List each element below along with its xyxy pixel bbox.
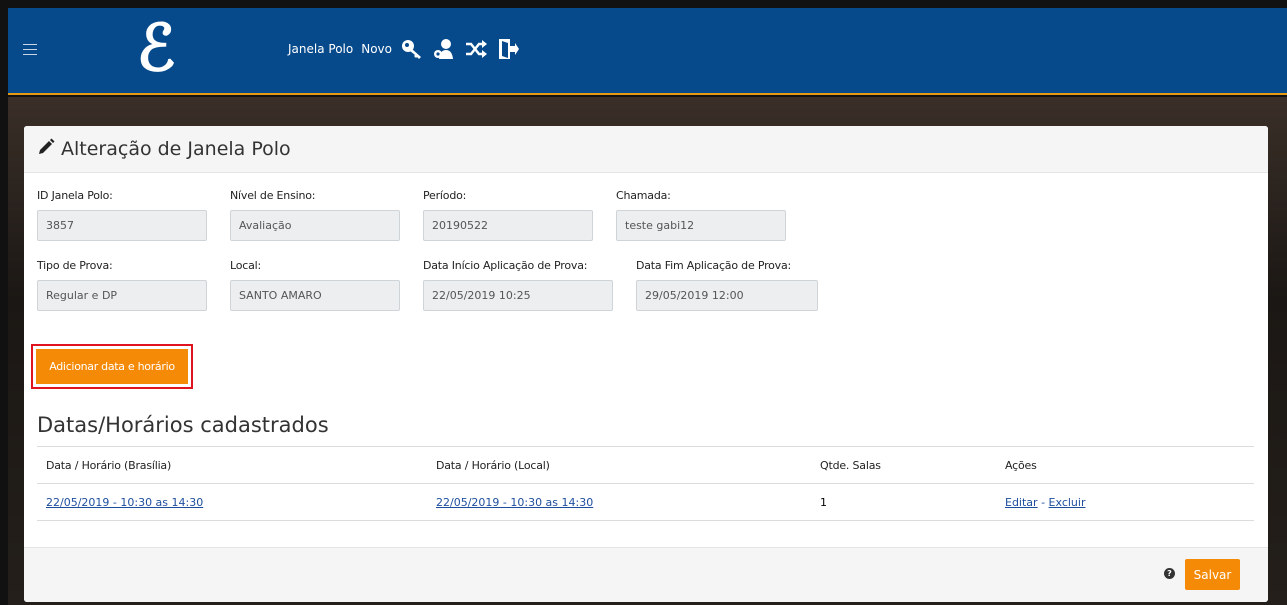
field-label: Data Fim Aplicação de Prova: bbox=[636, 259, 792, 272]
field-local: Local: SANTO AMARO bbox=[230, 258, 400, 311]
column-header: Ações bbox=[1005, 458, 1037, 472]
table-row: 22/05/2019 - 10:30 as 14:30 22/05/2019 -… bbox=[37, 484, 1254, 521]
user-gear-icon[interactable] bbox=[432, 38, 456, 60]
column-header: Data / Horário (Local) bbox=[436, 458, 550, 472]
add-date-time-button[interactable]: Adicionar data e horário bbox=[36, 349, 188, 384]
delete-link[interactable]: Excluir bbox=[1049, 496, 1086, 509]
nav-link-novo[interactable]: Novo bbox=[361, 42, 392, 56]
field-tipo-prova: Tipo de Prova: Regular e DP bbox=[37, 258, 207, 311]
field-label: Período: bbox=[423, 189, 467, 202]
help-icon[interactable]: ? bbox=[1164, 568, 1175, 579]
field-label: Tipo de Prova: bbox=[37, 259, 113, 272]
field-label: ID Janela Polo: bbox=[37, 189, 113, 202]
save-button[interactable]: Salvar bbox=[1185, 559, 1240, 590]
data-inicio-input[interactable]: 22/05/2019 10:25 bbox=[423, 280, 613, 311]
actions-separator: - bbox=[1037, 495, 1049, 509]
card-header: Alteração de Janela Polo bbox=[24, 126, 1268, 173]
hamburger-menu-icon[interactable] bbox=[23, 44, 37, 55]
column-header: Qtde. Salas bbox=[820, 458, 881, 472]
nav-link-janela-polo[interactable]: Janela Polo bbox=[288, 42, 353, 56]
field-periodo: Período: 20190522 bbox=[423, 188, 593, 241]
field-chamada: Chamada: teste gabi12 bbox=[616, 188, 786, 241]
page-title: Alteração de Janela Polo bbox=[61, 138, 291, 160]
schedules-table: Data / Horário (Brasília) Data / Horário… bbox=[37, 446, 1254, 521]
field-nivel-ensino: Nível de Ensino: Avaliação bbox=[230, 188, 400, 241]
field-label: Chamada: bbox=[616, 189, 671, 202]
field-data-inicio: Data Início Aplicação de Prova: 22/05/20… bbox=[423, 258, 628, 311]
key-icon[interactable] bbox=[400, 38, 424, 60]
table-header-row: Data / Horário (Brasília) Data / Horário… bbox=[37, 447, 1254, 484]
local-input[interactable]: SANTO AMARO bbox=[230, 280, 400, 311]
form-card: Alteração de Janela Polo ID Janela Polo:… bbox=[24, 126, 1268, 602]
app-logo[interactable]: ℰ bbox=[126, 14, 186, 84]
local-datetime-link[interactable]: 22/05/2019 - 10:30 as 14:30 bbox=[436, 496, 593, 509]
chamada-input[interactable]: teste gabi12 bbox=[616, 210, 786, 241]
field-label: Local: bbox=[230, 259, 262, 272]
top-nav: Janela Polo Novo bbox=[288, 38, 520, 60]
id-janela-polo-input[interactable]: 3857 bbox=[37, 210, 207, 241]
edit-link[interactable]: Editar bbox=[1005, 496, 1038, 509]
field-label: Nível de Ensino: bbox=[230, 189, 316, 202]
tipo-prova-input[interactable]: Regular e DP bbox=[37, 280, 207, 311]
field-data-fim: Data Fim Aplicação de Prova: 29/05/2019 … bbox=[636, 258, 841, 311]
add-button-highlight: Adicionar data e horário bbox=[31, 344, 193, 389]
logout-icon[interactable] bbox=[496, 38, 520, 60]
nivel-ensino-input[interactable]: Avaliação bbox=[230, 210, 400, 241]
column-header: Data / Horário (Brasília) bbox=[46, 458, 172, 472]
field-label: Data Início Aplicação de Prova: bbox=[423, 259, 588, 272]
field-id-janela-polo: ID Janela Polo: 3857 bbox=[37, 188, 207, 241]
pencil-icon bbox=[37, 138, 55, 160]
rooms-count: 1 bbox=[820, 495, 827, 509]
data-fim-input[interactable]: 29/05/2019 12:00 bbox=[636, 280, 818, 311]
brasilia-datetime-link[interactable]: 22/05/2019 - 10:30 as 14:30 bbox=[46, 496, 203, 509]
section-title: Datas/Horários cadastrados bbox=[37, 413, 329, 437]
periodo-input[interactable]: 20190522 bbox=[423, 210, 593, 241]
top-navbar: ℰ Janela Polo Novo bbox=[8, 8, 1287, 95]
shuffle-icon[interactable] bbox=[464, 38, 488, 60]
card-footer: ? Salvar bbox=[24, 547, 1268, 602]
